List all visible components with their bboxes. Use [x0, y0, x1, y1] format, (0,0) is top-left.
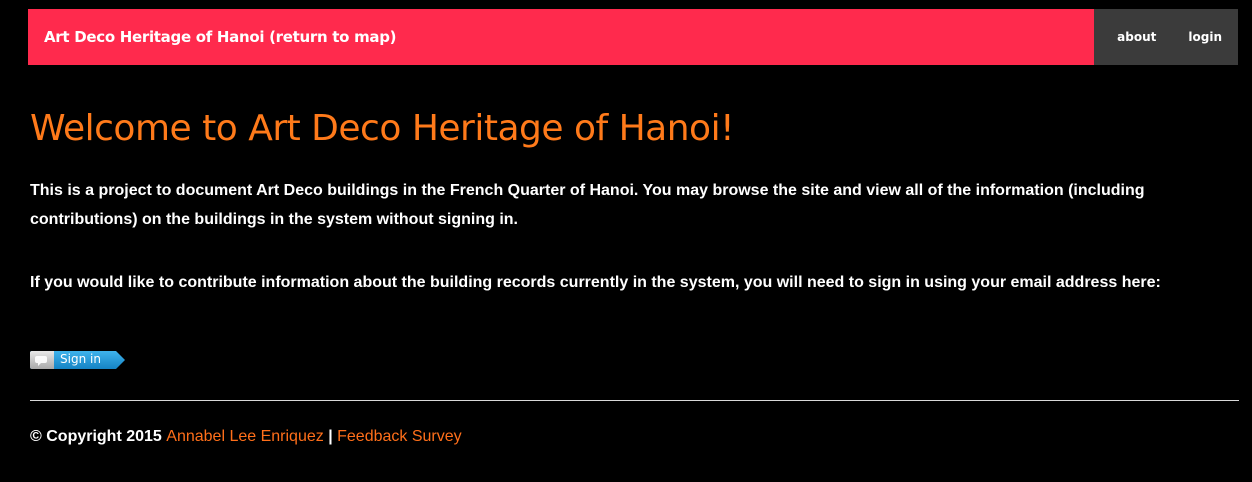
sign-in-label: Sign in [60, 352, 101, 366]
navbar-brand-area: Art Deco Heritage of Hanoi (return to ma… [28, 9, 1094, 65]
contribute-paragraph: If you would like to contribute informat… [30, 274, 1161, 291]
author-link[interactable]: Annabel Lee Enriquez [166, 428, 323, 445]
top-navbar: Art Deco Heritage of Hanoi (return to ma… [28, 9, 1238, 65]
footer: © Copyright 2015 Annabel Lee Enriquez | … [30, 428, 462, 446]
footer-separator: | [328, 428, 333, 445]
nav-login-link[interactable]: login [1188, 30, 1222, 44]
footer-divider [30, 400, 1239, 401]
brand-return-to-map-link[interactable]: Art Deco Heritage of Hanoi (return to ma… [44, 28, 397, 46]
intro-paragraph: This is a project to document Art Deco b… [30, 182, 1145, 228]
nav-about-link[interactable]: about [1117, 30, 1156, 44]
page-title: Welcome to Art Deco Heritage of Hanoi! [30, 108, 735, 149]
copyright-text: © Copyright 2015 [30, 428, 162, 445]
sign-in-button[interactable]: Sign in [30, 350, 126, 370]
navbar-right-menu: about login [1094, 9, 1238, 65]
feedback-survey-link[interactable]: Feedback Survey [337, 428, 462, 445]
